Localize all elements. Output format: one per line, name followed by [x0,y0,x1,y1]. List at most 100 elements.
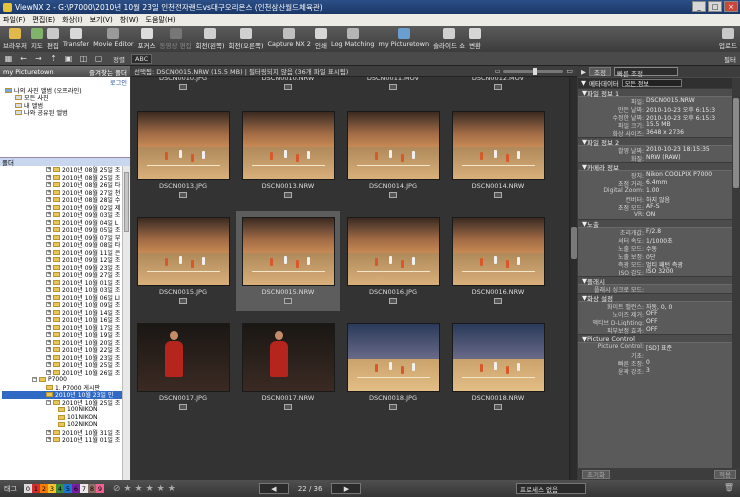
preview-view-icon[interactable]: ◫ [79,54,88,63]
folder-scroll-thumb[interactable] [124,172,129,232]
color-label-6[interactable]: 6 [71,484,80,493]
star-2-icon[interactable]: ★ [135,484,143,494]
tab-adjust[interactable]: 조정 [589,67,611,77]
metadata-filter-select[interactable]: 모든 정보 [621,79,682,88]
folder-item[interactable]: 101NIKON [2,414,130,422]
forward-arrow-icon[interactable]: → [34,54,43,63]
view-grid-icon[interactable]: ▦ [4,54,13,63]
thumbnail-cell[interactable]: DSCN0016.NRW [446,211,550,311]
expand-toggle-icon[interactable]: + [46,242,51,248]
metadata-section-header[interactable]: ▼ 파일 정보 1 [578,88,732,98]
process-status-select[interactable]: 프로세스 없음 [516,483,586,494]
expand-toggle-icon[interactable]: + [46,302,51,308]
expand-toggle-icon[interactable]: + [46,294,51,300]
folder-item[interactable]: −2010년 10월 25일 조 [2,399,130,407]
grid-scrollbar[interactable] [569,77,577,480]
expand-toggle-icon[interactable]: + [46,227,51,233]
toolbar-button-6[interactable]: 동영상 편집 [160,28,192,50]
filter-button[interactable]: 필터 [724,54,736,64]
thumbnail-cell[interactable]: DSCN0016.JPG [341,211,445,311]
color-label-9[interactable]: 9 [95,484,104,493]
expand-toggle-icon[interactable]: + [46,369,51,375]
minimize-button[interactable]: _ [692,1,706,12]
folder-item[interactable]: +2010년 11월 01일 조 [2,436,130,444]
metadata-section-header[interactable]: ▼ 화상 설정 [578,293,732,303]
thumbnail-image[interactable] [137,111,230,180]
expand-toggle-icon[interactable]: + [46,437,51,443]
metadata-scroll-thumb[interactable] [733,98,739,188]
quick-adjust-select[interactable]: 빠른 조정 [613,67,678,78]
thumbnail-cell[interactable]: DSCN0010.NRW [236,77,340,97]
picturetown-tree-item[interactable]: 나와 공유된 앨범 [3,109,127,117]
toolbar-button-10[interactable]: 인쇄 [314,28,327,50]
folder-item[interactable]: 100NIKON [2,406,130,414]
toolbar-button-7[interactable]: 회전(왼쪽) [196,28,225,50]
thumbnail-image[interactable] [347,323,440,392]
expand-toggle-icon[interactable]: + [46,317,51,323]
thumbnail-cell[interactable]: DSCN0015.NRW [236,211,340,311]
thumbnail-cell[interactable]: DSCN0017.NRW [236,317,340,417]
color-label-5[interactable]: 5 [63,484,72,493]
reset-button[interactable]: 초기화 [582,469,610,479]
collapse-arrow-icon[interactable]: ▼ [581,79,586,87]
menu-item-3[interactable]: 보기(V) [90,15,113,25]
expand-toggle-icon[interactable]: + [46,279,51,285]
metadata-section-header[interactable]: ▼ 플래시 [578,276,732,286]
expand-toggle-icon[interactable]: + [46,257,51,263]
menu-item-5[interactable]: 도움말(H) [146,15,176,25]
expand-toggle-icon[interactable]: + [46,347,51,353]
expand-toggle-icon[interactable]: + [46,324,51,330]
expand-toggle-icon[interactable]: + [46,167,51,173]
thumbnail-cell[interactable]: DSCN0013.JPG [131,105,235,205]
metadata-section-header[interactable]: ▼ 파일 정보 2 [578,137,732,147]
color-label-2[interactable]: 2 [39,484,48,493]
thumbnail-cell[interactable]: DSCN0013.NRW [236,105,340,205]
expand-toggle-icon[interactable]: + [46,189,51,195]
no-rating-icon[interactable]: ⊘ [113,484,121,494]
expand-toggle-icon[interactable]: + [46,249,51,255]
toolbar-button-12[interactable]: my Picturetown [379,28,429,48]
full-view-icon[interactable]: ▢ [94,54,103,63]
thumbnail-cell[interactable]: DSCN0014.JPG [341,105,445,205]
toolbar-button-2[interactable]: 편집 [46,28,59,50]
back-arrow-icon[interactable]: ← [19,54,28,63]
expand-toggle-icon[interactable]: + [46,362,51,368]
prev-image-button[interactable]: ◀ [258,483,289,494]
expand-toggle-icon[interactable]: + [46,219,51,225]
next-image-button[interactable]: ▶ [331,483,362,494]
folder-scrollbar[interactable] [122,166,130,480]
expand-toggle-icon[interactable]: + [46,234,51,240]
favorite-folders-tab[interactable]: 즐겨찾는 폴더 [89,67,127,77]
color-label-0[interactable]: 0 [23,484,32,493]
toolbar-button-14[interactable]: 변환 [469,28,482,50]
slider-knob[interactable] [533,67,538,75]
picturetown-tree-item[interactable]: 나의 사진 앨범 (오프라인) [3,87,127,94]
expand-toggle-icon[interactable]: + [46,429,51,435]
expand-toggle-icon[interactable]: + [46,212,51,218]
color-label-7[interactable]: 7 [79,484,88,493]
thumbnail-cell[interactable]: DSCN0018.NRW [446,317,550,417]
expand-toggle-icon[interactable]: + [46,197,51,203]
metadata-section-header[interactable]: ▼ Picture Control [578,334,732,343]
close-button[interactable]: × [724,1,738,12]
thumbnail-cell[interactable]: DSCN0017.JPG [131,317,235,417]
grid-scroll-thumb[interactable] [571,227,577,259]
menu-item-0[interactable]: 파일(F) [3,15,25,25]
thumbnail-cell[interactable]: DSCN0018.JPG [341,317,445,417]
expand-toggle-icon[interactable]: + [46,272,51,278]
menu-item-4[interactable]: 창(W) [120,15,139,25]
thumbnail-image[interactable] [452,217,545,286]
toolbar-button-9[interactable]: Capture NX 2 [268,28,311,48]
toolbar-button-4[interactable]: Movie Editor [93,28,134,48]
metadata-section-header[interactable]: ▼ 노출 [578,219,732,229]
toolbar-button-3[interactable]: Transfer [63,28,89,48]
expand-toggle-icon[interactable]: + [46,354,51,360]
zoom-in-icon[interactable]: ▭ [566,67,573,75]
thumbnail-image[interactable] [242,323,335,392]
thumbnail-cell[interactable]: DSCN0010.JPG [131,77,235,97]
color-label-8[interactable]: 8 [87,484,96,493]
star-3-icon[interactable]: ★ [146,484,154,494]
trash-icon[interactable]: 🗑 [724,483,734,492]
metadata-scrollbar[interactable] [732,78,740,468]
thumbnail-image[interactable] [242,217,335,286]
